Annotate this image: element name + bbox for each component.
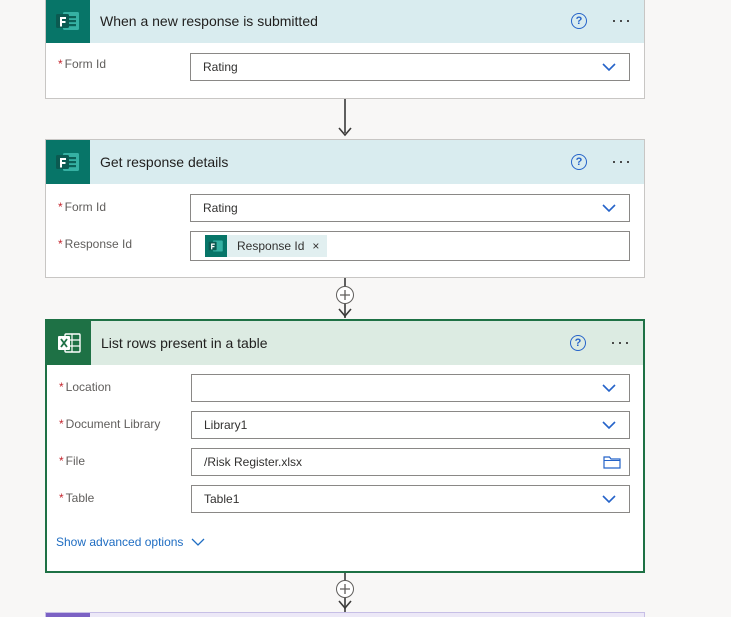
token-label: Response Id [237,239,305,253]
help-icon[interactable]: ? [570,335,586,351]
more-icon[interactable]: ··· [610,333,631,351]
field-label-text: Location [65,380,112,394]
field-label-response-id: * Response Id [58,237,132,251]
field-label-document-library: * Document Library [59,417,160,431]
dynamic-content-token[interactable]: Response Id × [205,235,328,257]
arrow-down-icon [338,127,352,137]
file-value: /Risk Register.xlsx [204,455,303,469]
required-mark: * [58,237,63,251]
field-label-text: File [65,454,86,468]
card-header[interactable]: Get response details ? ··· [46,140,644,184]
add-step-icon[interactable] [336,286,354,304]
help-icon[interactable]: ? [571,13,587,29]
more-icon[interactable]: ··· [611,152,632,170]
field-label-form-id: * Form Id [58,200,106,214]
more-icon[interactable]: ··· [611,11,632,29]
forms-icon [46,140,90,184]
file-picker[interactable]: /Risk Register.xlsx [191,448,630,476]
help-icon[interactable]: ? [571,154,587,170]
location-dropdown[interactable] [191,374,630,402]
chevron-down-icon[interactable] [601,59,617,75]
card-title: When a new response is submitted [100,13,318,29]
required-mark: * [59,380,64,394]
list-rows-card[interactable]: List rows present in a table ? ··· * Loca… [45,319,645,573]
trigger-card[interactable]: When a new response is submitted ? ··· *… [45,0,645,99]
chevron-down-icon[interactable] [601,491,617,507]
field-label-text: Response Id [64,237,133,251]
forms-icon [46,0,90,43]
field-label-text: Form Id [64,57,107,71]
required-mark: * [58,57,63,71]
card-header[interactable]: List rows present in a table ? ··· [47,321,643,365]
form-id-dropdown[interactable]: Rating [190,53,630,81]
field-label-table: * Table [59,491,94,505]
forms-icon [205,235,227,257]
next-step-card[interactable] [45,612,645,617]
response-id-input[interactable]: Response Id × [190,231,630,261]
field-label-text: Table [65,491,95,505]
add-step-icon[interactable] [336,580,354,598]
required-mark: * [58,200,63,214]
advanced-link-label: Show advanced options [56,535,184,549]
form-id-value: Rating [203,201,238,215]
next-step-icon [46,613,90,617]
form-id-dropdown[interactable]: Rating [190,194,630,222]
field-label-file: * File [59,454,85,468]
show-advanced-options-link[interactable]: Show advanced options [56,535,205,549]
excel-icon [47,321,91,365]
table-dropdown[interactable]: Table1 [191,485,630,513]
field-label-location: * Location [59,380,111,394]
document-library-dropdown[interactable]: Library1 [191,411,630,439]
chevron-down-icon[interactable] [601,200,617,216]
field-label-form-id: * Form Id [58,57,106,71]
required-mark: * [59,491,64,505]
field-label-text: Document Library [65,417,161,431]
arrow-down-icon [338,308,352,318]
required-mark: * [59,417,64,431]
table-value: Table1 [204,492,240,506]
chevron-down-icon [191,538,205,546]
chevron-down-icon[interactable] [601,417,617,433]
folder-icon[interactable] [603,455,621,469]
field-label-text: Form Id [64,200,107,214]
form-id-value: Rating [203,60,238,74]
arrow-down-icon [338,600,352,610]
get-response-details-card[interactable]: Get response details ? ··· * Form Id Rati… [45,139,645,278]
card-title: Get response details [100,154,229,170]
required-mark: * [59,454,64,468]
document-library-value: Library1 [204,418,248,432]
card-header[interactable]: When a new response is submitted ? ··· [46,0,644,43]
close-icon[interactable]: × [312,239,319,253]
chevron-down-icon[interactable] [601,380,617,396]
card-title: List rows present in a table [101,335,268,351]
